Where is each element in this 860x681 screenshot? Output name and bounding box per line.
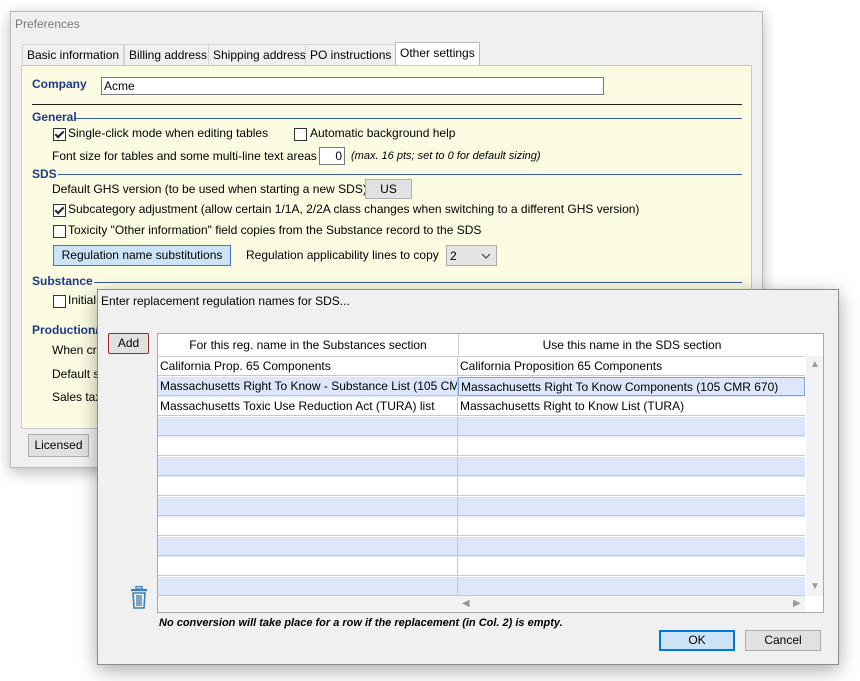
initial-label: Initial [68, 293, 97, 307]
sds-name-cell[interactable] [458, 537, 805, 556]
substance-name-cell[interactable]: California Prop. 65 Components [158, 357, 458, 376]
table-body: California Prop. 65 Components California… [158, 357, 805, 597]
cancel-button[interactable]: Cancel [745, 630, 821, 651]
regulation-name-substitutions-button[interactable]: Regulation name substitutions [53, 245, 231, 266]
tab-po-instructions[interactable]: PO instructions [305, 44, 397, 65]
dialog-title: Enter replacement regulation names for S… [101, 294, 350, 308]
substance-name-cell[interactable] [158, 437, 458, 456]
table-row[interactable]: Massachusetts Toxic Use Reduction Act (T… [158, 397, 805, 417]
sds-name-cell[interactable] [458, 437, 805, 456]
sds-name-cell[interactable] [458, 557, 805, 576]
table-row[interactable] [158, 477, 805, 497]
default-label: Default s [52, 367, 100, 381]
table-row[interactable] [158, 457, 805, 477]
substance-name-cell[interactable] [158, 517, 458, 536]
substance-name-cell[interactable] [158, 457, 458, 476]
production-section-title: Production/ [32, 323, 99, 337]
scroll-left-icon[interactable]: ◀ [462, 599, 470, 609]
sds-name-cell[interactable] [458, 417, 805, 436]
company-input[interactable]: Acme [101, 77, 604, 95]
scroll-right-icon[interactable]: ▶ [793, 599, 801, 609]
substance-name-cell[interactable]: Massachusetts Toxic Use Reduction Act (T… [158, 397, 458, 416]
lines-to-copy-label: Regulation applicability lines to copy [246, 248, 439, 262]
toxicity-checkbox[interactable] [53, 225, 66, 238]
table-row[interactable] [158, 497, 805, 517]
subcategory-checkbox[interactable] [53, 204, 66, 217]
font-size-label: Font size for tables and some multi-line… [52, 149, 317, 163]
table-row[interactable] [158, 557, 805, 577]
tab-shipping-address[interactable]: Shipping address [208, 44, 311, 65]
table-row[interactable] [158, 537, 805, 557]
substance-name-cell[interactable] [158, 537, 458, 556]
when-created-label: When cr [52, 343, 97, 357]
sds-name-cell[interactable] [458, 457, 805, 476]
toxicity-label: Toxicity "Other information" field copie… [68, 223, 482, 237]
sds-name-cell[interactable]: Massachusetts Right To Know Components (… [458, 377, 805, 396]
company-label: Company [32, 77, 87, 91]
table-row[interactable] [158, 417, 805, 437]
ok-button[interactable]: OK [659, 630, 735, 651]
add-button[interactable]: Add [108, 333, 149, 354]
sds-name-cell[interactable]: California Proposition 65 Components [458, 357, 805, 376]
window-title: Preferences [15, 17, 80, 31]
sds-divider [58, 174, 742, 175]
font-size-input[interactable]: 0 [319, 147, 345, 165]
footer-note: No conversion will take place for a row … [159, 617, 563, 629]
table-row[interactable] [158, 517, 805, 537]
chevron-down-icon [481, 253, 491, 259]
subcategory-label: Subcategory adjustment (allow certain 1/… [68, 202, 640, 216]
tab-basic-information[interactable]: Basic information [22, 44, 125, 65]
sds-name-cell[interactable] [458, 477, 805, 496]
table-row[interactable]: California Prop. 65 Components California… [158, 357, 805, 377]
lines-to-copy-select[interactable]: 2 [446, 245, 497, 266]
divider [32, 104, 742, 105]
lines-to-copy-value: 2 [450, 249, 457, 263]
column-header-sds-name[interactable]: Use this name in the SDS section [459, 334, 805, 357]
sds-name-cell[interactable]: Massachusetts Right to Know List (TURA) [458, 397, 805, 416]
vertical-scrollbar[interactable]: ▲ ▼ [806, 356, 823, 596]
sds-name-cell[interactable] [458, 517, 805, 536]
single-click-label: Single-click mode when editing tables [68, 126, 269, 140]
substance-name-cell[interactable] [158, 477, 458, 496]
tab-other-settings[interactable]: Other settings [395, 42, 480, 66]
tab-billing-address[interactable]: Billing address [124, 44, 213, 65]
substance-divider [94, 282, 742, 283]
licensed-button[interactable]: Licensed [28, 434, 89, 457]
single-click-checkbox[interactable] [53, 128, 66, 141]
sds-section-title: SDS [32, 167, 57, 181]
table-row[interactable] [158, 577, 805, 597]
font-size-note: (max. 16 pts; set to 0 for default sizin… [351, 150, 541, 162]
horizontal-scrollbar[interactable]: ◀ ▶ [158, 596, 805, 612]
auto-background-help-label: Automatic background help [310, 126, 456, 140]
auto-background-help-checkbox[interactable] [294, 128, 307, 141]
general-section-title: General [32, 110, 77, 124]
ghs-version-label: Default GHS version (to be used when sta… [52, 182, 367, 196]
substance-name-cell[interactable]: Massachusetts Right To Know - Substance … [158, 377, 458, 396]
sds-name-cell[interactable] [458, 577, 805, 596]
replacement-table: For this reg. name in the Substances sec… [157, 333, 824, 613]
table-row[interactable]: Massachusetts Right To Know - Substance … [158, 377, 805, 397]
substance-name-cell[interactable] [158, 417, 458, 436]
scroll-up-icon[interactable]: ▲ [810, 360, 820, 370]
ghs-version-button[interactable]: US [365, 179, 412, 199]
general-divider [74, 118, 742, 119]
trash-icon[interactable] [129, 586, 149, 610]
column-header-substance-name[interactable]: For this reg. name in the Substances sec… [158, 334, 459, 357]
initial-checkbox[interactable] [53, 295, 66, 308]
table-row[interactable] [158, 437, 805, 457]
substance-name-cell[interactable] [158, 557, 458, 576]
sales-tax-label: Sales tax [52, 390, 102, 404]
substance-name-cell[interactable] [158, 577, 458, 596]
substance-section-title: Substance [32, 274, 93, 288]
sds-name-cell[interactable] [458, 497, 805, 516]
scroll-down-icon[interactable]: ▼ [810, 582, 820, 592]
substance-name-cell[interactable] [158, 497, 458, 516]
regulation-names-dialog: Enter replacement regulation names for S… [97, 289, 839, 665]
